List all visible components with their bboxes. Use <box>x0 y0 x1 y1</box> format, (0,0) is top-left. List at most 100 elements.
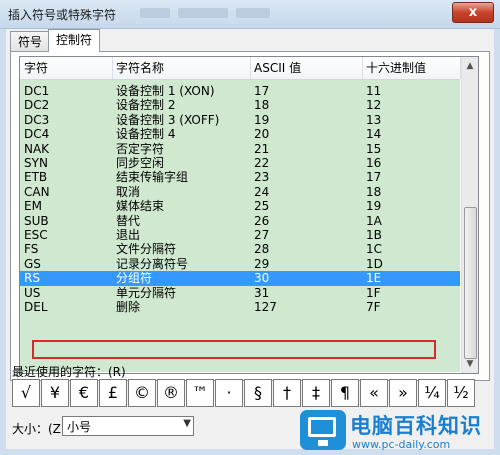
control-character-list[interactable]: 字符 字符名称 ASCII 值 十六进制值 DC1 设备控制 1 (XON) 17 1… <box>19 56 479 374</box>
highlight-box <box>32 340 436 359</box>
recent-characters: √ ¥ € £ © ® ™ · § † ‡ ¶ «» ¼ ½ <box>12 379 484 407</box>
cell-ascii: 24 <box>254 184 270 199</box>
cell-char: DC4 <box>24 127 50 142</box>
table-row[interactable]: RS 分组符 30 1E <box>20 271 460 286</box>
cell-name: 文件分隔符 <box>116 242 177 257</box>
table-row[interactable]: DC3 设备控制 3 (XOFF) 19 13 <box>20 113 460 127</box>
recent-symbol-button[interactable]: ¥ <box>41 379 69 407</box>
scroll-thumb[interactable] <box>464 207 477 359</box>
chevron-down-icon: ▼ <box>183 418 191 429</box>
ghost-text <box>140 8 170 18</box>
cell-char: SYN <box>24 156 48 170</box>
table-row[interactable]: NAK 否定字符 21 15 <box>20 142 460 156</box>
table-row[interactable]: FS 文件分隔符 28 1C <box>20 242 460 256</box>
cell-hex: 15 <box>366 141 382 156</box>
cell-ascii: 18 <box>254 98 270 113</box>
table-row[interactable]: ETB 结束传输字组 23 17 <box>20 170 460 184</box>
recent-symbol-button[interactable]: ¶ <box>331 379 359 407</box>
recent-symbol-button[interactable]: » <box>389 379 417 407</box>
scroll-up-icon[interactable]: ▲ <box>464 59 476 73</box>
scroll-down-icon[interactable]: ▼ <box>464 357 476 371</box>
column-header-char[interactable]: 字符 <box>20 57 113 79</box>
cell-char: ETB <box>24 170 48 185</box>
cell-char: SUB <box>24 213 49 228</box>
cell-hex: 11 <box>366 84 382 98</box>
size-value: 小号 <box>67 420 92 434</box>
close-button[interactable]: x <box>452 2 494 23</box>
cell-char: EM <box>24 199 42 214</box>
recent-symbol-button[interactable]: † <box>273 379 301 407</box>
cell-char: DEL <box>24 300 48 314</box>
cell-ascii: 21 <box>254 141 270 156</box>
cell-ascii: 28 <box>254 242 270 257</box>
cell-ascii: 23 <box>254 170 270 185</box>
cell-ascii: 30 <box>254 271 270 286</box>
cell-ascii: 19 <box>254 112 270 127</box>
table-row[interactable]: CAN 取消 24 18 <box>20 185 460 199</box>
table-row[interactable]: SYN 同步空闲 22 16 <box>20 156 460 170</box>
watermark-url: www.pc-daily.com <box>352 438 451 451</box>
cell-char: GS <box>24 256 41 271</box>
recent-symbol-button[interactable]: € <box>70 379 98 407</box>
cell-name: 退出 <box>116 228 141 242</box>
table-row[interactable]: DC1 设备控制 1 (XON) 17 11 <box>20 84 460 98</box>
recent-symbol-button[interactable]: ® <box>157 379 185 407</box>
table-row[interactable]: DEL 删除 127 7F <box>20 300 460 314</box>
table-row[interactable]: GS 记录分离符号 29 1D <box>20 257 460 271</box>
cell-char: FS <box>24 242 39 257</box>
cell-name: 设备控制 2 <box>116 98 176 113</box>
cell-ascii: 127 <box>254 300 277 314</box>
cell-char: DC3 <box>24 112 50 127</box>
recent-symbol-button[interactable]: √ <box>12 379 40 407</box>
monitor-logo-icon <box>300 410 346 450</box>
cell-name: 单元分隔符 <box>116 285 177 300</box>
close-icon: x <box>468 5 478 20</box>
table-row[interactable]: SUB 替代 26 1A <box>20 214 460 228</box>
table-row[interactable]: DC4 设备控制 4 20 14 <box>20 127 460 141</box>
dialog-body: 符号 控制符 字符 字符名称 ASCII 值 十六进制值 DC1 设备控制 1 (… <box>6 29 494 449</box>
ghost-text <box>178 8 228 18</box>
table-row[interactable]: EM 媒体结束 25 19 <box>20 199 460 213</box>
tab-control-characters[interactable]: 控制符 <box>48 29 101 52</box>
cell-char: DC2 <box>24 98 50 113</box>
table-row[interactable]: DC2 设备控制 2 18 12 <box>20 98 460 112</box>
recent-symbol-button[interactable]: ½ <box>447 379 475 407</box>
cell-hex: 1D <box>366 256 383 271</box>
tab-panel: 字符 字符名称 ASCII 值 十六进制值 DC1 设备控制 1 (XON) 17 1… <box>10 51 490 381</box>
cell-name: 媒体结束 <box>116 199 165 214</box>
cell-hex: 13 <box>366 112 382 127</box>
recent-symbol-button[interactable]: ¼ <box>418 379 446 407</box>
recent-symbol-button[interactable]: § <box>244 379 272 407</box>
table-row[interactable]: ESC 退出 27 1B <box>20 228 460 242</box>
cell-name: 设备控制 4 <box>116 127 176 142</box>
cell-char: NAK <box>24 141 50 156</box>
recent-characters-label: 最近使用的字符：(R) <box>12 365 126 379</box>
cell-ascii: 31 <box>254 285 270 300</box>
column-header-ascii[interactable]: ASCII 值 <box>250 57 363 79</box>
cell-hex: 1E <box>366 271 382 286</box>
recent-symbol-button[interactable]: £ <box>99 379 127 407</box>
cell-hex: 19 <box>366 199 382 214</box>
recent-symbol-button[interactable]: « <box>360 379 388 407</box>
cell-ascii: 20 <box>254 127 270 142</box>
recent-symbol-button[interactable]: · <box>215 379 243 407</box>
table-row[interactable]: US 单元分隔符 31 1F <box>20 286 460 300</box>
recent-symbol-button[interactable]: ‡ <box>302 379 330 407</box>
cell-name: 设备控制 1 (XON) <box>116 84 215 98</box>
cell-ascii: 26 <box>254 213 270 228</box>
cell-ascii: 29 <box>254 256 270 271</box>
column-header-hex[interactable]: 十六进制值 <box>362 57 461 79</box>
cell-char: DC1 <box>24 84 50 98</box>
cell-name: 结束传输字组 <box>116 170 189 185</box>
tab-symbols[interactable]: 符号 <box>10 31 51 52</box>
column-header-name[interactable]: 字符名称 <box>112 57 251 79</box>
size-select[interactable]: 小号 ▼ <box>62 416 194 436</box>
recent-symbol-button[interactable]: ™ <box>186 379 214 407</box>
cell-char: US <box>24 285 41 300</box>
vertical-scrollbar[interactable]: ▲ ▼ <box>461 57 478 373</box>
cell-hex: 1C <box>366 242 383 257</box>
recent-symbol-button[interactable]: © <box>128 379 156 407</box>
cell-char: RS <box>24 271 40 286</box>
cell-name: 同步空闲 <box>116 156 165 170</box>
cell-hex: 14 <box>366 127 382 142</box>
